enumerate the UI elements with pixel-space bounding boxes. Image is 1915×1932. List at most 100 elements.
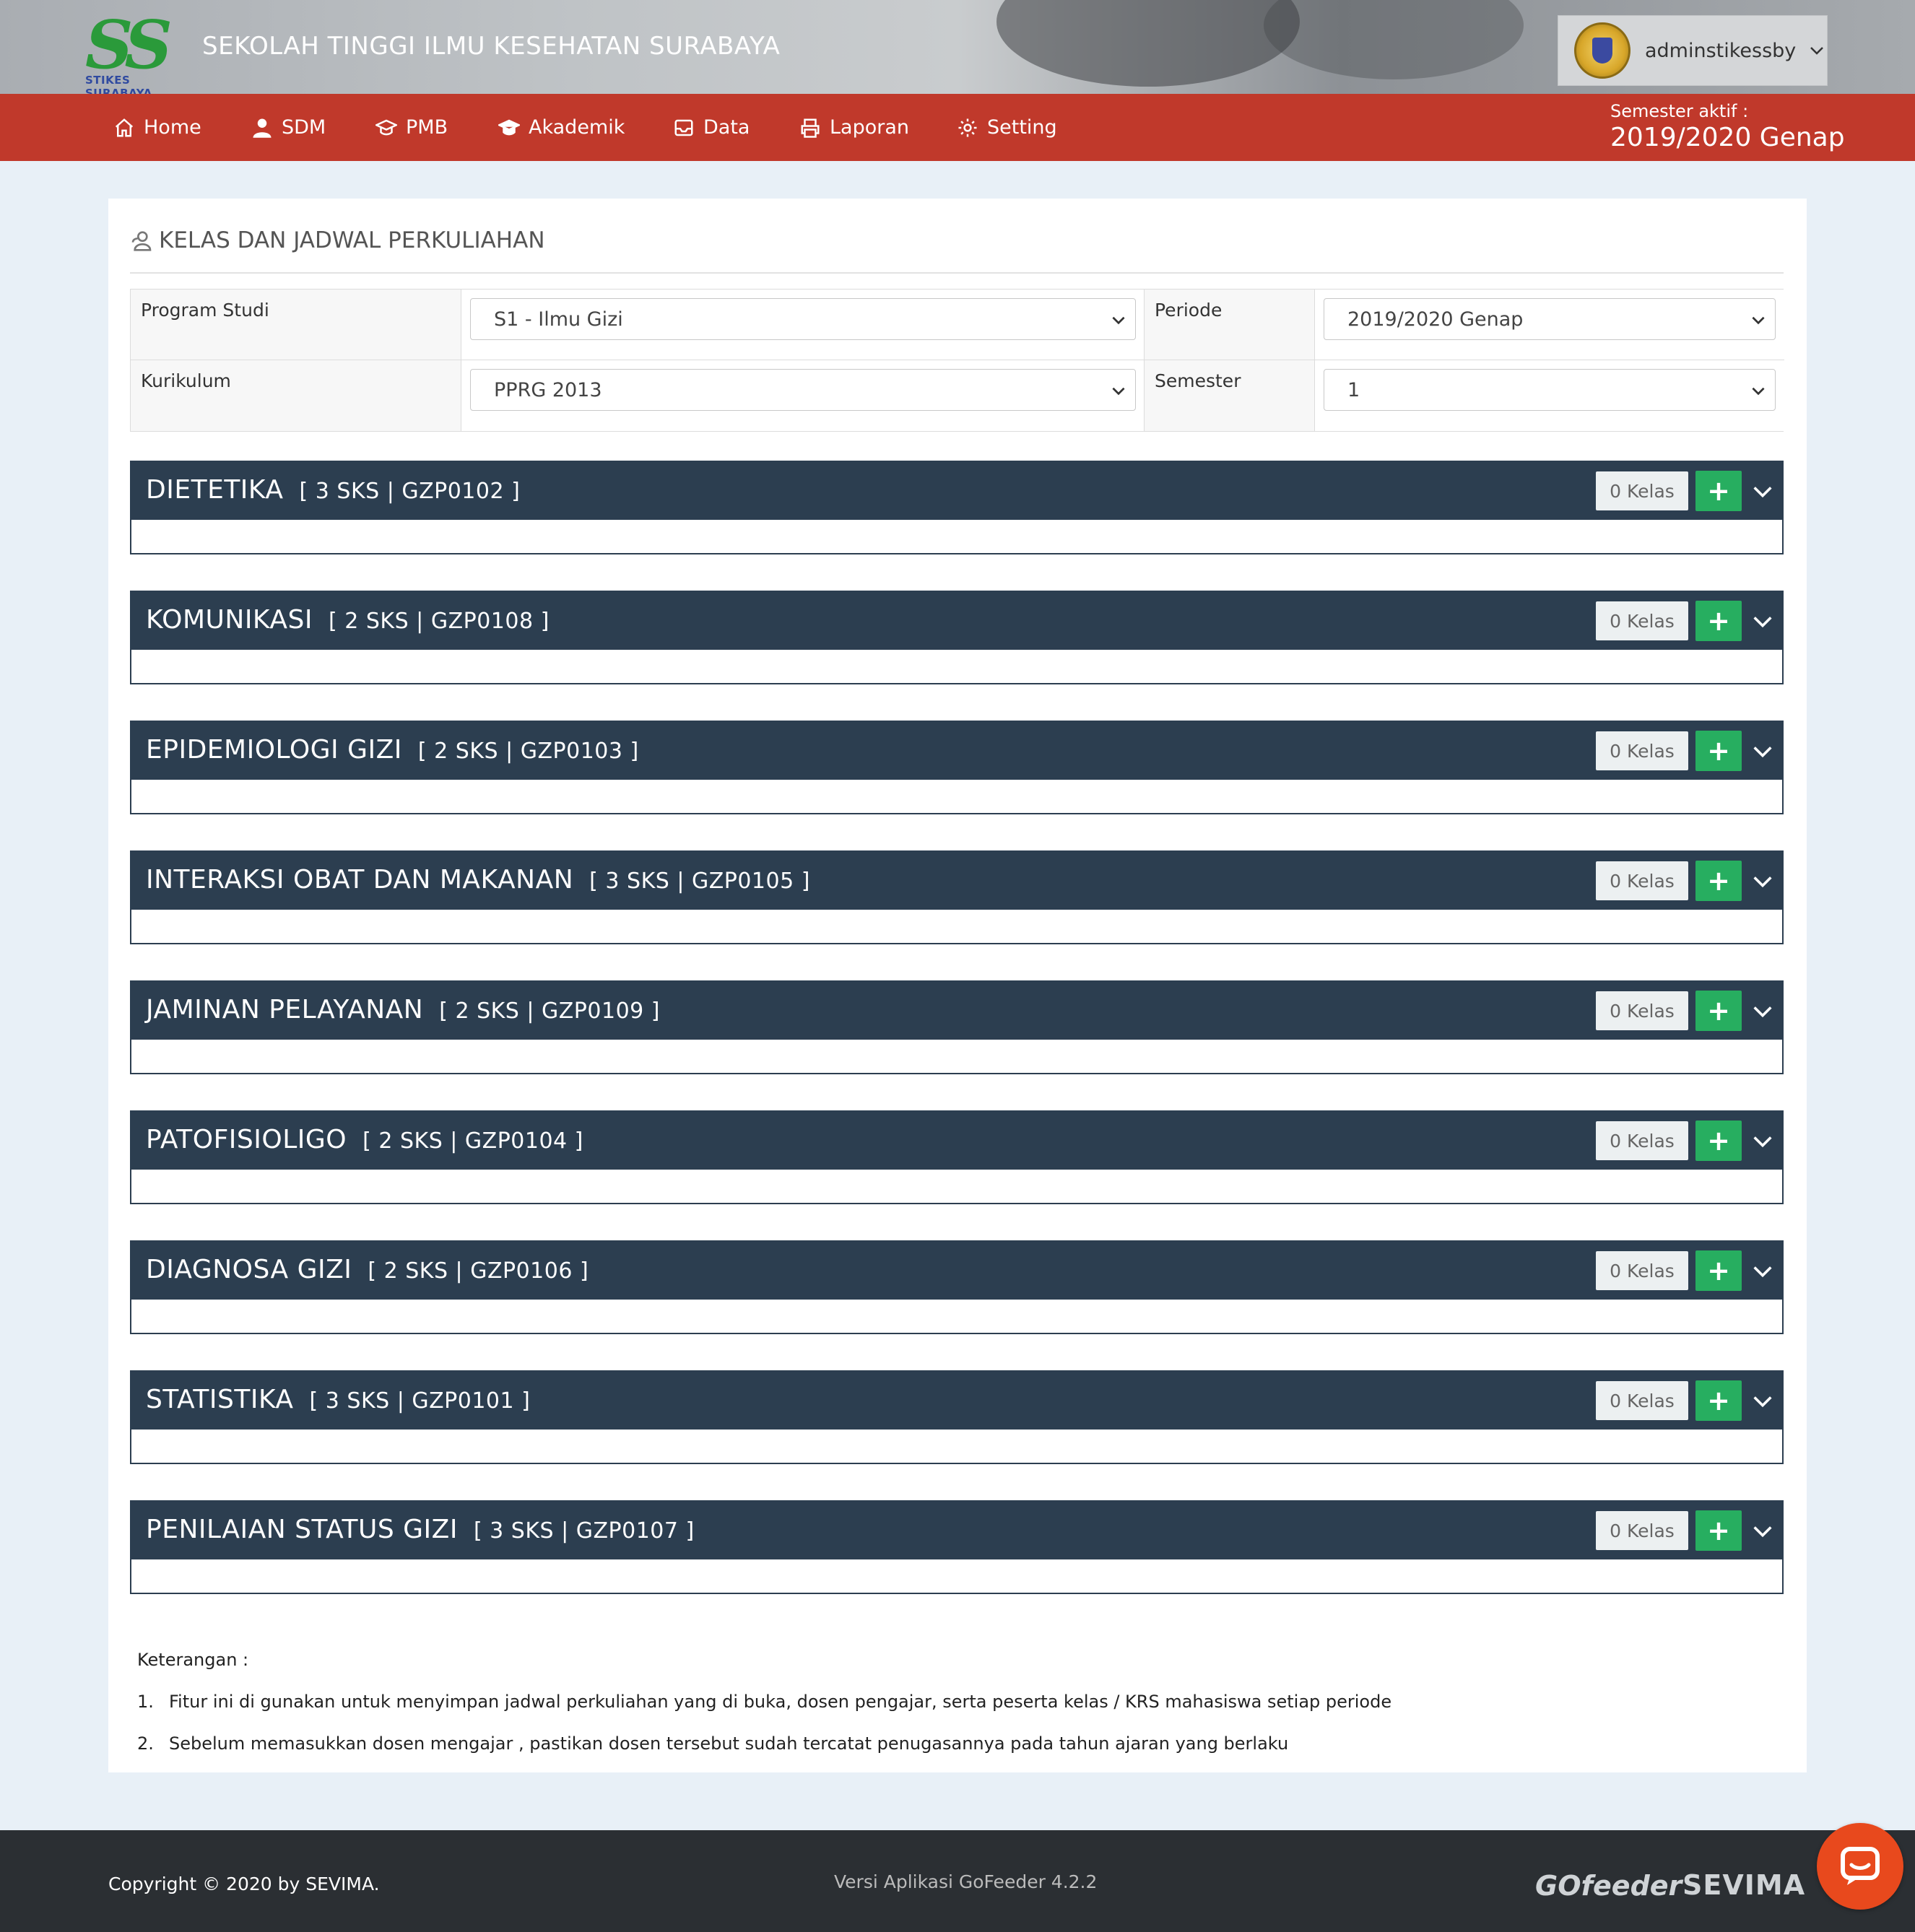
periode-select[interactable]: 2019/2020 Genap — [1324, 298, 1776, 340]
add-kelas-button[interactable]: + — [1695, 731, 1742, 771]
nav-data[interactable]: Data — [673, 94, 750, 161]
course-header[interactable]: DIAGNOSA GIZI [ 2 SKS | GZP0106 ] 0 Kelas… — [130, 1240, 1784, 1300]
course-header[interactable]: STATISTIKA [ 3 SKS | GZP0101 ] 0 Kelas + — [130, 1370, 1784, 1430]
kelas-count-badge: 0 Kelas — [1596, 1251, 1688, 1290]
kelas-count-badge: 0 Kelas — [1596, 1121, 1688, 1160]
course-name: INTERAKSI OBAT DAN MAKANAN — [146, 865, 574, 895]
note-text: Sebelum memasukkan dosen mengajar , past… — [169, 1733, 1289, 1754]
user-menu[interactable]: adminstikessby — [1558, 15, 1828, 86]
course-body — [130, 910, 1784, 944]
users-icon — [131, 231, 152, 251]
footer: Copyright © 2020 by SEVIMA. Versi Aplika… — [0, 1830, 1915, 1932]
note-item: 1. Fitur ini di gunakan untuk menyimpan j… — [137, 1692, 1391, 1712]
nav-label: Setting — [987, 116, 1057, 139]
course-header[interactable]: JAMINAN PELAYANAN [ 2 SKS | GZP0109 ] 0 K… — [130, 980, 1784, 1040]
divider — [130, 272, 1784, 274]
course-info: [ 2 SKS | GZP0106 ] — [368, 1258, 589, 1284]
inbox-icon — [674, 119, 693, 136]
notes-title: Keterangan : — [137, 1650, 249, 1670]
live-chat-button[interactable] — [1817, 1823, 1903, 1910]
chevron-down-icon[interactable] — [1750, 1389, 1775, 1414]
course-info: [ 3 SKS | GZP0102 ] — [299, 479, 521, 504]
kelas-count-badge: 0 Kelas — [1596, 471, 1688, 510]
kurikulum-label: Kurikulum — [131, 360, 461, 431]
course-name: JAMINAN PELAYANAN — [146, 995, 424, 1024]
active-semester-value: 2019/2020 Genap — [1610, 123, 1845, 152]
course-info: [ 2 SKS | GZP0103 ] — [417, 739, 639, 764]
program-studi-label: Program Studi — [131, 290, 461, 360]
course-header[interactable]: PATOFISIOLIGO [ 2 SKS | GZP0104 ] 0 Kelas… — [130, 1110, 1784, 1170]
semester-value: 1 — [1347, 378, 1360, 401]
nav-label: Data — [703, 116, 750, 139]
chevron-down-icon[interactable] — [1750, 1259, 1775, 1284]
chevron-down-icon[interactable] — [1750, 1519, 1775, 1544]
add-kelas-button[interactable]: + — [1695, 1121, 1742, 1161]
course-block: DIETETIKA [ 3 SKS | GZP0102 ] 0 Kelas + — [130, 461, 1784, 554]
chevron-down-icon[interactable] — [1750, 999, 1775, 1024]
add-kelas-button[interactable]: + — [1695, 1250, 1742, 1291]
chevron-down-icon — [1112, 316, 1125, 325]
chevron-down-icon[interactable] — [1750, 869, 1775, 894]
chevron-down-icon[interactable] — [1750, 609, 1775, 634]
printer-icon — [801, 118, 820, 138]
course-header[interactable]: DIETETIKA [ 3 SKS | GZP0102 ] 0 Kelas + — [130, 461, 1784, 520]
app-version: Versi Aplikasi GoFeeder 4.2.2 — [834, 1871, 1098, 1892]
course-name: STATISTIKA — [146, 1385, 294, 1414]
course-header[interactable]: INTERAKSI OBAT DAN MAKANAN [ 3 SKS | GZP0… — [130, 850, 1784, 910]
periode-value: 2019/2020 Genap — [1347, 308, 1524, 331]
kelas-count-badge: 0 Kelas — [1596, 731, 1688, 770]
course-info: [ 3 SKS | GZP0101 ] — [309, 1388, 531, 1414]
course-header[interactable]: KOMUNIKASI [ 2 SKS | GZP0108 ] 0 Kelas + — [130, 591, 1784, 650]
course-body — [130, 650, 1784, 684]
add-kelas-button[interactable]: + — [1695, 1510, 1742, 1551]
add-kelas-button[interactable]: + — [1695, 471, 1742, 511]
course-name: PATOFISIOLIGO — [146, 1125, 347, 1154]
course-block: JAMINAN PELAYANAN [ 2 SKS | GZP0109 ] 0 K… — [130, 980, 1784, 1074]
chevron-down-icon[interactable] — [1750, 739, 1775, 764]
main-panel: KELAS DAN JADWAL PERKULIAHAN Program Stu… — [108, 199, 1807, 1772]
course-name: DIETETIKA — [146, 475, 284, 505]
add-kelas-button[interactable]: + — [1695, 1380, 1742, 1421]
chevron-down-icon — [1752, 387, 1765, 396]
course-body — [130, 1040, 1784, 1074]
nav-home[interactable]: Home — [113, 94, 201, 161]
add-kelas-button[interactable]: + — [1695, 991, 1742, 1031]
username: adminstikessby — [1645, 39, 1797, 62]
nav-label: Home — [144, 116, 201, 139]
course-header[interactable]: EPIDEMIOLOGI GIZI [ 2 SKS | GZP0103 ] 0 K… — [130, 721, 1784, 780]
course-block: DIAGNOSA GIZI [ 2 SKS | GZP0106 ] 0 Kelas… — [130, 1240, 1784, 1334]
course-body — [130, 1430, 1784, 1464]
chevron-down-icon[interactable] — [1750, 479, 1775, 504]
nav-sdm[interactable]: SDM — [251, 94, 326, 161]
nav-laporan[interactable]: Laporan — [799, 94, 909, 161]
course-block: INTERAKSI OBAT DAN MAKANAN [ 3 SKS | GZP0… — [130, 850, 1784, 944]
program-studi-value: S1 - Ilmu Gizi — [494, 308, 623, 331]
chevron-down-icon[interactable] — [1750, 1129, 1775, 1154]
nav-akademik[interactable]: Akademik — [498, 94, 625, 161]
chevron-down-icon — [1752, 316, 1765, 325]
kelas-count-badge: 0 Kelas — [1596, 991, 1688, 1030]
copyright-text: Copyright © 2020 by SEVIMA. — [108, 1874, 380, 1894]
semester-cell: 1 — [1315, 360, 1784, 431]
add-kelas-button[interactable]: + — [1695, 861, 1742, 901]
banner-graphic — [996, 0, 1300, 87]
program-studi-select[interactable]: S1 - Ilmu Gizi — [470, 298, 1136, 340]
course-header[interactable]: PENILAIAN STATUS GIZI [ 3 SKS | GZP0107 ]… — [130, 1500, 1784, 1559]
kelas-count-badge: 0 Kelas — [1596, 1511, 1688, 1550]
kurikulum-select[interactable]: PPRG 2013 — [470, 369, 1136, 411]
nav-setting[interactable]: Setting — [957, 94, 1057, 161]
avatar — [1574, 22, 1630, 79]
course-body — [130, 1300, 1784, 1334]
course-info: [ 3 SKS | GZP0107 ] — [473, 1518, 695, 1544]
semester-select[interactable]: 1 — [1324, 369, 1776, 411]
kelas-count-badge: 0 Kelas — [1596, 861, 1688, 900]
filter-table: Program Studi S1 - Ilmu Gizi Periode 201… — [130, 289, 1784, 432]
active-semester-label: Semester aktif : — [1610, 101, 1749, 121]
nav-pmb[interactable]: PMB — [375, 94, 448, 161]
note-number: 1. — [137, 1692, 154, 1712]
stikes-logo[interactable]: SS STIKES SURABAYA — [85, 12, 194, 94]
banner-graphic — [1264, 0, 1524, 79]
add-kelas-button[interactable]: + — [1695, 601, 1742, 641]
kelas-count-badge: 0 Kelas — [1596, 1381, 1688, 1420]
course-body — [130, 780, 1784, 814]
